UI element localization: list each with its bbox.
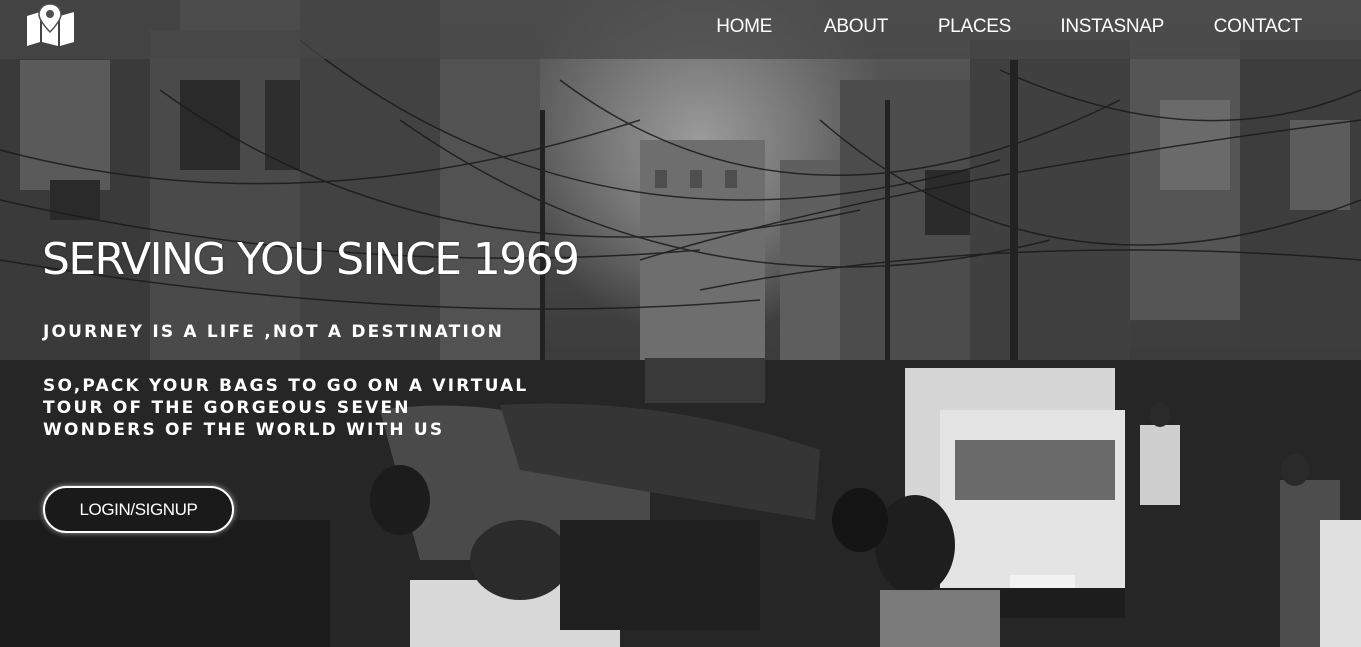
nav-places-link[interactable]: PLACES (938, 16, 1011, 38)
hero-tagline: JOURNEY IS A LIFE ,NOT A DESTINATION (43, 322, 505, 342)
nav-contact-link[interactable]: CONTACT (1214, 16, 1303, 38)
hero-title: SERVING YOU SINCE 1969 (42, 234, 580, 285)
hero-description-line: WONDERS OF THE WORLD WITH US (43, 420, 445, 440)
navbar: HOME ABOUT PLACES INSTASNAP CONTACT (0, 0, 1361, 59)
hero-description-line: SO,PACK YOUR BAGS TO GO ON A VIRTUAL (43, 376, 529, 396)
nav-about-link[interactable]: ABOUT (824, 16, 888, 38)
nav-instasnap-link[interactable]: INSTASNAP (1060, 16, 1164, 38)
hero-description-line: TOUR OF THE GORGEOUS SEVEN (43, 398, 411, 418)
login-signup-button[interactable]: LOGIN/SIGNUP (43, 486, 234, 533)
hero-description: SO,PACK YOUR BAGS TO GO ON A VIRTUAL TOU… (43, 375, 563, 441)
map-marker-map-icon (27, 3, 74, 46)
nav-home-link[interactable]: HOME (716, 16, 772, 38)
map-logo-icon[interactable] (26, 3, 76, 46)
